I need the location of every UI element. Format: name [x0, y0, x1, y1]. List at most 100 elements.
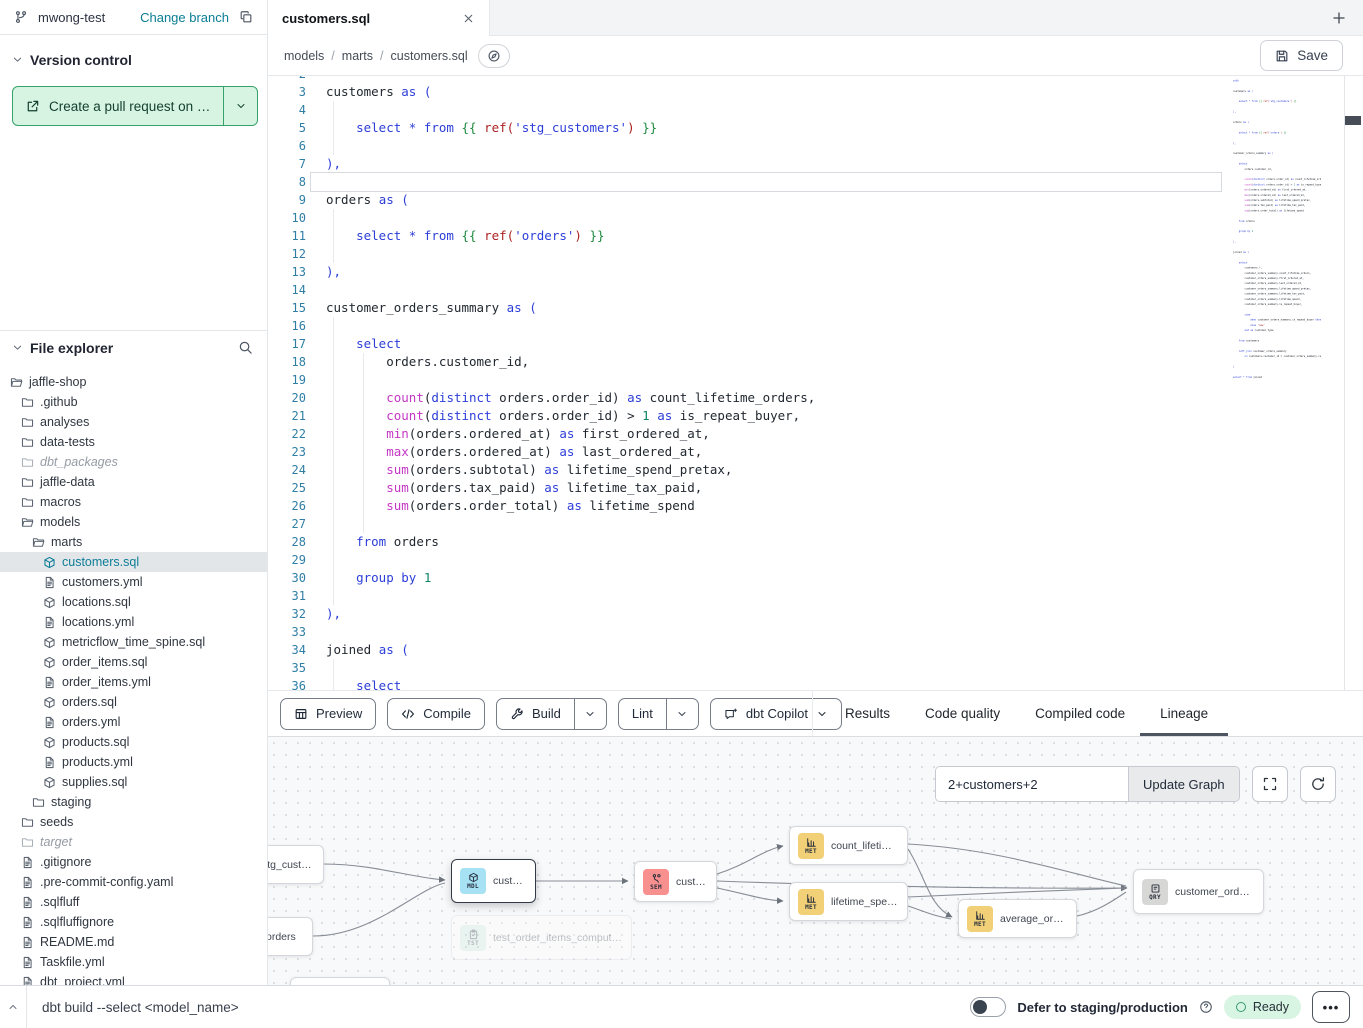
file-tree-item-seeds[interactable]: seeds [0, 812, 267, 832]
change-branch-link[interactable]: Change branch [140, 10, 229, 25]
file-tree-item-jaffle-shop[interactable]: jaffle-shop [0, 372, 267, 392]
file-tree-item-jaffle-data[interactable]: jaffle-data [0, 472, 267, 492]
code-line-33[interactable]: 33 [268, 623, 1363, 641]
build-caret-button[interactable] [574, 699, 606, 729]
file-tree-item-.sqlfluff[interactable]: .sqlfluff [0, 892, 267, 912]
file-tree-item-.github[interactable]: .github [0, 392, 267, 412]
panel-tab-results[interactable]: Results [843, 691, 892, 736]
breadcrumb-item[interactable]: marts [342, 49, 373, 63]
new-tab-button[interactable] [1327, 6, 1351, 30]
lineage-node-partial_node[interactable] [290, 977, 390, 985]
version-control-header[interactable]: Version control [0, 43, 267, 77]
close-icon[interactable] [462, 12, 475, 25]
file-tree-item-customers.sql[interactable]: customers.sql [0, 552, 267, 572]
lineage-node-lifetime_spend_pretax[interactable]: METlifetime_spend_pretax [789, 882, 908, 921]
file-tree-item-.pre-commit-config.yaml[interactable]: .pre-commit-config.yaml [0, 872, 267, 892]
lineage-node-orders[interactable]: MDLorders [268, 917, 313, 956]
collapse-panel-button[interactable] [0, 986, 27, 1028]
file-tree-item-orders.yml[interactable]: orders.yml [0, 712, 267, 732]
search-icon[interactable] [236, 338, 255, 357]
lineage-selector-input[interactable] [936, 767, 1128, 801]
file-tree-item-README.md[interactable]: README.md [0, 932, 267, 952]
lineage-node-stg_customers[interactable]: MDLstg_customers [268, 845, 324, 884]
code-line-23[interactable]: 23 max(orders.ordered_at) as last_ordere… [268, 443, 1363, 461]
file-tree-item-dbt_project.yml[interactable]: dbt_project.yml [0, 972, 267, 985]
code-line-2[interactable]: 2 [268, 76, 1363, 83]
file-tree-item-marts[interactable]: marts [0, 532, 267, 552]
code-line-9[interactable]: 9orders as ( [268, 191, 1363, 209]
help-icon[interactable] [1199, 1000, 1213, 1014]
lineage-node-customer_order_metrics[interactable]: QRYcustomer_order_metrics [1133, 869, 1264, 914]
lineage-canvas[interactable]: MDLstg_customers MDLorders MDLcustomers TST… [268, 737, 1363, 985]
file-tree-item-analyses[interactable]: analyses [0, 412, 267, 432]
lineage-node-customers_model[interactable]: MDLcustomers [451, 859, 536, 903]
breadcrumb-item[interactable]: models [284, 49, 324, 63]
code-line-32[interactable]: 32), [268, 605, 1363, 623]
file-tree-item-data-tests[interactable]: data-tests [0, 432, 267, 452]
code-line-24[interactable]: 24 sum(orders.subtotal) as lifetime_spen… [268, 461, 1363, 479]
file-tree-item-target[interactable]: target [0, 832, 267, 852]
code-line-10[interactable]: 10 [268, 209, 1363, 227]
code-line-4[interactable]: 4 [268, 101, 1363, 119]
lineage-node-count_lifetime_orders[interactable]: METcount_lifetime_orders [789, 826, 908, 865]
file-tree-item-staging[interactable]: staging [0, 792, 267, 812]
tab-customers-sql[interactable]: customers.sql [268, 0, 490, 36]
panel-tab-lineage[interactable]: Lineage [1158, 691, 1210, 736]
file-explorer-header[interactable]: File explorer [0, 330, 267, 364]
code-line-5[interactable]: 5 select * from {{ ref('stg_customers') … [268, 119, 1363, 137]
code-line-6[interactable]: 6 [268, 137, 1363, 155]
code-line-17[interactable]: 17 select [268, 335, 1363, 353]
code-line-13[interactable]: 13), [268, 263, 1363, 281]
compile-button[interactable]: Compile [387, 698, 485, 730]
file-tree-item-order_items.sql[interactable]: order_items.sql [0, 652, 267, 672]
code-line-3[interactable]: 3customers as ( [268, 83, 1363, 101]
ide-status-badge[interactable]: Ready [1224, 995, 1301, 1019]
panel-tab-compiled-code[interactable]: Compiled code [1033, 691, 1127, 736]
more-options-button[interactable]: ••• [1312, 991, 1350, 1023]
build-button[interactable]: Build [497, 699, 574, 729]
code-line-26[interactable]: 26 sum(orders.order_total) as lifetime_s… [268, 497, 1363, 515]
breadcrumb-item[interactable]: customers.sql [391, 49, 468, 63]
editor-scrollbar-thumb[interactable] [1345, 116, 1361, 125]
code-line-11[interactable]: 11 select * from {{ ref('orders') }} [268, 227, 1363, 245]
code-line-12[interactable]: 12 [268, 245, 1363, 263]
fullscreen-button[interactable] [1252, 766, 1288, 802]
file-tree-item-.gitignore[interactable]: .gitignore [0, 852, 267, 872]
file-tree-item-orders.sql[interactable]: orders.sql [0, 692, 267, 712]
file-tree-item-supplies.sql[interactable]: supplies.sql [0, 772, 267, 792]
code-line-15[interactable]: 15customer_orders_summary as ( [268, 299, 1363, 317]
pr-button-caret[interactable] [223, 87, 257, 125]
preview-button[interactable]: Preview [280, 698, 376, 730]
code-line-20[interactable]: 20 count(distinct orders.order_id) as co… [268, 389, 1363, 407]
code-line-8[interactable]: 8 [268, 173, 1363, 191]
copy-branch-icon[interactable] [237, 8, 255, 26]
file-tree-item-locations.yml[interactable]: locations.yml [0, 612, 267, 632]
code-line-16[interactable]: 16 [268, 317, 1363, 335]
code-line-34[interactable]: 34joined as ( [268, 641, 1363, 659]
lineage-node-average_order_value[interactable]: METaverage_order_value [958, 899, 1077, 938]
lint-caret-button[interactable] [666, 699, 698, 729]
code-line-27[interactable]: 27 [268, 515, 1363, 533]
panel-tab-code-quality[interactable]: Code quality [923, 691, 1002, 736]
lint-button[interactable]: Lint [619, 699, 666, 729]
lineage-node-test_order_items[interactable]: TSTtest_order_items_compute_to_bools... [451, 915, 632, 960]
refresh-button[interactable] [1300, 766, 1336, 802]
code-line-30[interactable]: 30 group by 1 [268, 569, 1363, 587]
lineage-node-customers_semantic[interactable]: SEMcustomers [634, 861, 717, 902]
editor-minimap[interactable]: withcustomers as ( select * from {{ ref(… [1233, 78, 1321, 478]
file-tree-item-locations.sql[interactable]: locations.sql [0, 592, 267, 612]
file-tree-item-customers.yml[interactable]: customers.yml [0, 572, 267, 592]
code-line-35[interactable]: 35 [268, 659, 1363, 677]
code-line-29[interactable]: 29 [268, 551, 1363, 569]
file-tree-item-macros[interactable]: macros [0, 492, 267, 512]
dbt-copilot-button[interactable]: dbt Copilot [710, 698, 842, 730]
file-tree-item-order_items.yml[interactable]: order_items.yml [0, 672, 267, 692]
update-graph-button[interactable]: Update Graph [1128, 767, 1239, 801]
code-line-25[interactable]: 25 sum(orders.tax_paid) as lifetime_tax_… [268, 479, 1363, 497]
save-button[interactable]: Save [1260, 40, 1343, 71]
code-line-21[interactable]: 21 count(distinct orders.order_id) > 1 a… [268, 407, 1363, 425]
code-line-36[interactable]: 36 select [268, 677, 1363, 690]
code-line-18[interactable]: 18 orders.customer_id, [268, 353, 1363, 371]
code-line-7[interactable]: 7), [268, 155, 1363, 173]
code-editor[interactable]: 23customers as (45 select * from {{ ref(… [268, 76, 1363, 690]
